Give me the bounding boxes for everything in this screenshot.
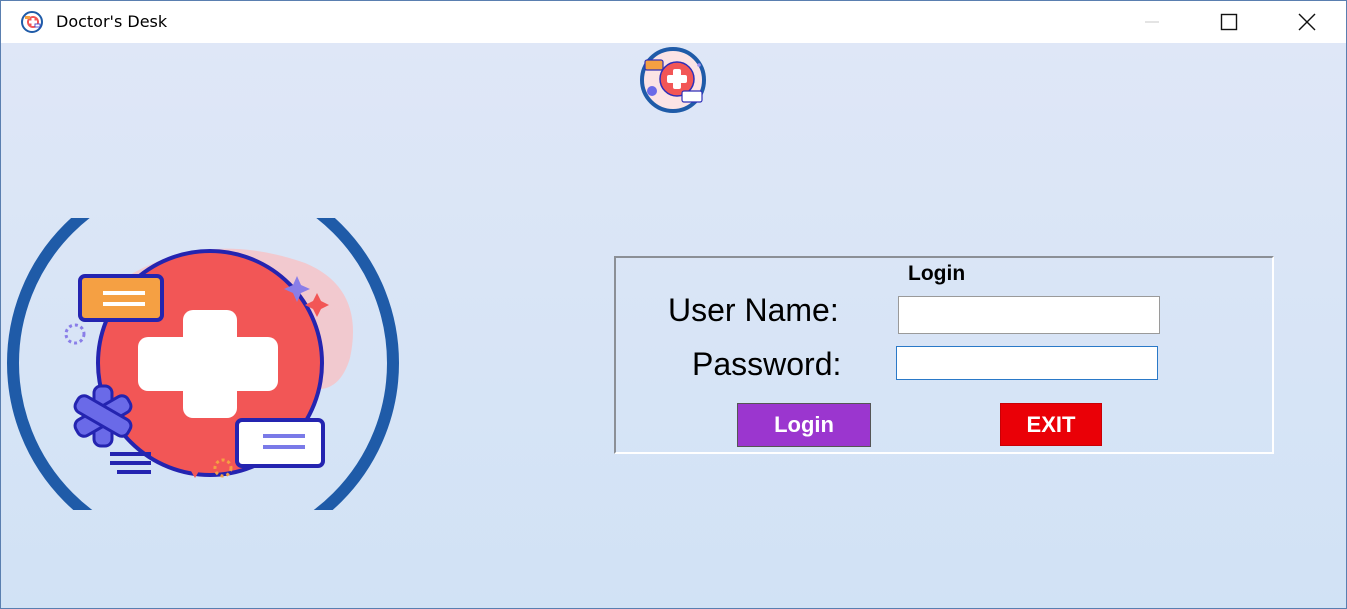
password-label: Password: xyxy=(692,346,842,382)
minimize-icon xyxy=(1145,21,1159,23)
username-label: User Name: xyxy=(668,292,839,328)
panel-title: Login xyxy=(908,262,966,285)
exit-button[interactable]: EXIT xyxy=(1000,403,1102,446)
login-form: Login User Name: Password: Login EXIT xyxy=(1,43,1346,608)
header-logo-icon xyxy=(640,47,706,113)
window-title: Doctor's Desk xyxy=(56,12,168,31)
password-input[interactable] xyxy=(896,346,1158,380)
minimize-button[interactable] xyxy=(1129,1,1175,43)
login-panel: Login User Name: Password: Login EXIT xyxy=(614,256,1274,454)
app-window: Doctor's Desk Login User Name: Password:… xyxy=(0,0,1347,609)
maximize-button[interactable] xyxy=(1206,1,1252,43)
close-button[interactable] xyxy=(1284,1,1330,43)
title-bar[interactable]: Doctor's Desk xyxy=(1,1,1346,43)
login-button[interactable]: Login xyxy=(737,403,871,447)
app-icon xyxy=(21,11,43,33)
maximize-icon xyxy=(1220,13,1238,31)
username-input[interactable] xyxy=(898,296,1160,334)
close-icon xyxy=(1298,13,1316,31)
medical-logo-icon xyxy=(7,218,399,510)
